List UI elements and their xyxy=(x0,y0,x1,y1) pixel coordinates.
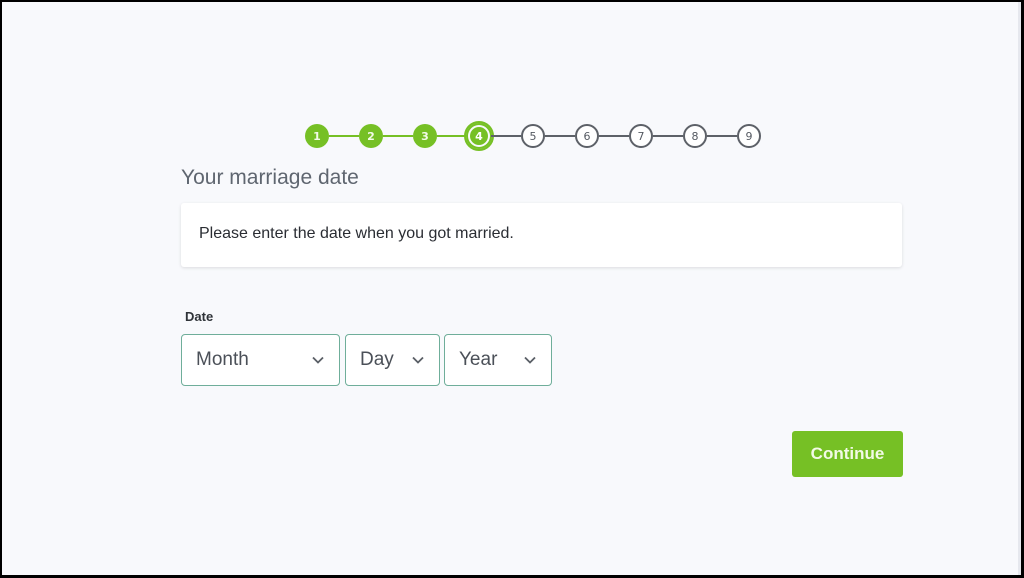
progress-stepper: 1 2 3 4 5 6 7 8 9 xyxy=(305,121,761,151)
scrollbar-track xyxy=(1018,2,1021,575)
instruction-card: Please enter the date when you got marri… xyxy=(181,203,902,267)
step-2[interactable]: 2 xyxy=(359,124,383,148)
year-select-value: Year xyxy=(459,349,498,370)
step-connector xyxy=(437,135,467,137)
step-connector xyxy=(599,135,629,137)
step-3[interactable]: 3 xyxy=(413,124,437,148)
step-connector xyxy=(329,135,359,137)
year-select[interactable]: Year xyxy=(444,334,552,386)
continue-button[interactable]: Continue xyxy=(792,431,903,477)
step-connector xyxy=(545,135,575,137)
step-5: 5 xyxy=(521,124,545,148)
step-8: 8 xyxy=(683,124,707,148)
chevron-down-icon xyxy=(412,356,424,364)
instruction-text: Please enter the date when you got marri… xyxy=(199,225,514,242)
date-label: Date xyxy=(185,309,214,324)
month-select-value: Month xyxy=(196,349,249,370)
step-7: 7 xyxy=(629,124,653,148)
day-select[interactable]: Day xyxy=(345,334,440,386)
step-connector xyxy=(653,135,683,137)
chevron-down-icon xyxy=(524,356,536,364)
step-1[interactable]: 1 xyxy=(305,124,329,148)
page-frame: 1 2 3 4 5 6 7 8 9 Your marriage date Ple… xyxy=(2,2,1021,575)
step-connector xyxy=(383,135,413,137)
step-6: 6 xyxy=(575,124,599,148)
month-select[interactable]: Month xyxy=(181,334,340,386)
page-title: Your marriage date xyxy=(181,166,359,189)
step-connector xyxy=(707,135,737,137)
day-select-value: Day xyxy=(360,349,394,370)
chevron-down-icon xyxy=(312,356,324,364)
step-4-current: 4 xyxy=(464,121,494,151)
step-9: 9 xyxy=(737,124,761,148)
step-connector xyxy=(491,135,521,137)
